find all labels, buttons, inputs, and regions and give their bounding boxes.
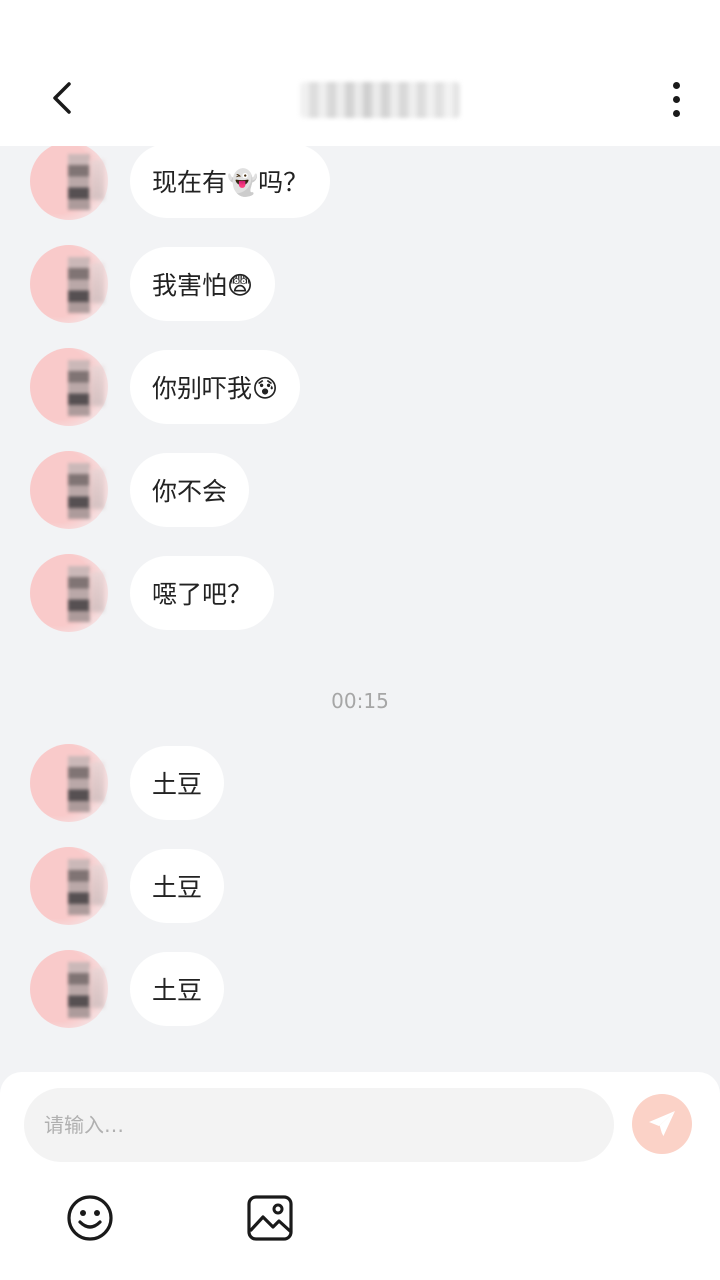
send-button[interactable] <box>632 1094 692 1154</box>
image-button[interactable] <box>244 1192 296 1244</box>
avatar[interactable] <box>30 744 108 822</box>
message-bubble[interactable]: 土豆 <box>130 952 225 1026</box>
avatar[interactable] <box>30 245 108 323</box>
avatar[interactable] <box>30 847 108 925</box>
smiley-face-icon <box>67 1195 113 1241</box>
message-timestamp: 00:15 <box>331 689 389 713</box>
status-bar <box>0 0 720 48</box>
message-bubble[interactable]: 现在有👻吗？ <box>130 146 331 218</box>
more-options-button[interactable] <box>650 72 702 126</box>
message-row: 现在有👻吗？ <box>0 146 720 222</box>
message-input[interactable] <box>24 1088 614 1162</box>
vertical-dots-icon <box>672 81 680 89</box>
avatar[interactable] <box>30 950 108 1028</box>
image-icon <box>247 1195 293 1241</box>
paper-plane-icon <box>649 1111 675 1138</box>
avatar[interactable] <box>30 451 108 529</box>
avatar[interactable] <box>30 348 108 426</box>
message-list[interactable]: 现在有👻吗？ 我害怕😨 你别吓我😰 你不会 噁了吧？ 00:15 土豆 土豆 土… <box>0 146 720 1072</box>
avatar[interactable] <box>30 146 108 220</box>
message-bubble[interactable]: 土豆 <box>130 849 225 923</box>
message-bubble[interactable]: 你不会 <box>130 453 250 527</box>
message-bubble[interactable]: 土豆 <box>130 746 225 820</box>
composer-panel <box>0 1072 720 1280</box>
message-bubble[interactable]: 你别吓我😰 <box>130 350 301 424</box>
message-bubble[interactable]: 我害怕😨 <box>130 247 276 321</box>
message-row: 你不会 <box>0 451 720 531</box>
avatar[interactable] <box>30 554 108 632</box>
message-row: 你别吓我😰 <box>0 348 720 428</box>
message-row: 土豆 <box>0 950 720 1030</box>
emoji-button[interactable] <box>64 1192 116 1244</box>
message-row: 土豆 <box>0 847 720 927</box>
message-row: 噁了吧？ <box>0 554 720 634</box>
message-row: 我害怕😨 <box>0 245 720 325</box>
chevron-left-icon <box>53 82 71 114</box>
message-row: 土豆 <box>0 744 720 824</box>
message-bubble[interactable]: 噁了吧？ <box>130 556 275 630</box>
back-button[interactable] <box>34 70 90 126</box>
chat-title: •••••••• <box>300 82 460 118</box>
chat-header: •••••••• <box>0 48 720 146</box>
